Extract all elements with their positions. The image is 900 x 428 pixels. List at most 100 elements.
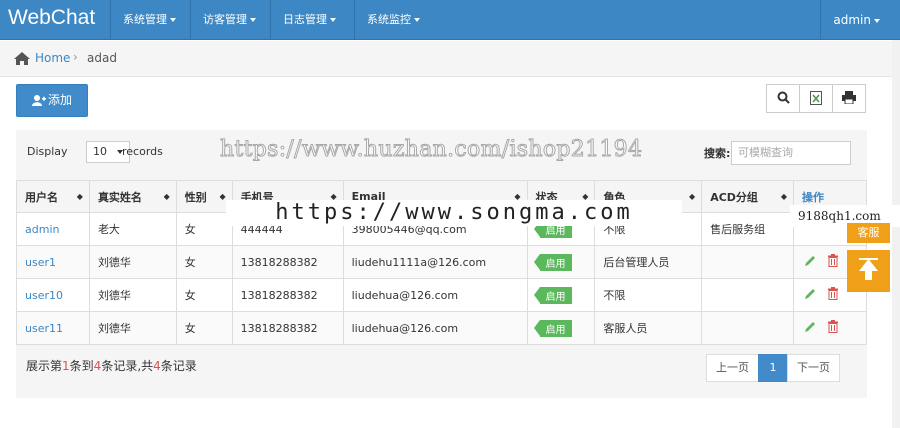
info-text: 条记录,共 — [101, 359, 154, 373]
breadcrumb-home-link[interactable]: Home — [35, 51, 70, 65]
add-user-icon — [31, 95, 46, 106]
status-badge: 启用 — [533, 319, 572, 337]
menu-system-monitor[interactable]: 系统监控 — [354, 0, 432, 40]
status-badge: 启用 — [533, 253, 572, 271]
home-icon — [14, 52, 30, 65]
search-tool-button[interactable] — [766, 84, 800, 113]
column-header-label: 操作 — [802, 190, 825, 204]
caret-down-icon — [874, 18, 880, 23]
prev-page-button[interactable]: 上一页 — [706, 354, 759, 382]
edit-icon[interactable] — [804, 254, 817, 267]
cell-status: 启用 — [526, 278, 596, 312]
column-header-label: ACD分组 — [710, 190, 758, 204]
table-row: user11 刘德华 女 13818288382 liudehua@126.co… — [16, 311, 867, 345]
sort-icon: ◆ — [689, 192, 696, 201]
next-page-button[interactable]: 下一页 — [787, 354, 840, 382]
username-link[interactable]: user10 — [25, 289, 63, 302]
edit-icon[interactable] — [804, 320, 817, 333]
column-header-label: 性别 — [184, 190, 207, 204]
cell-status: 启用 — [526, 245, 596, 279]
customer-service-button[interactable]: 客服 — [847, 223, 890, 243]
user-name: admin — [833, 13, 871, 27]
sort-icon: ◆ — [163, 192, 170, 201]
menu-visitor-management[interactable]: 访客管理 — [190, 0, 268, 40]
excel-icon — [810, 91, 822, 105]
menu-label: 系统管理 — [123, 13, 167, 26]
caret-down-icon — [250, 18, 256, 22]
status-badge: 启用 — [533, 286, 572, 304]
cell-gender: 女 — [175, 212, 233, 246]
pagination-info: 展示第1条到4条记录,共4条记录 — [26, 357, 197, 374]
print-icon — [842, 91, 856, 105]
username-link[interactable]: user1 — [25, 256, 56, 269]
edit-icon[interactable] — [804, 287, 817, 300]
column-header-acd-group[interactable]: ACD分组 ◆ — [701, 180, 795, 213]
column-header-label: 真实姓名 — [97, 190, 142, 204]
search-input[interactable]: 可模糊查询 — [731, 141, 851, 165]
delete-icon[interactable] — [827, 320, 839, 333]
cell-email: liudehua@126.com — [342, 278, 528, 312]
table-row: user10 刘德华 女 13818288382 liudehua@126.co… — [16, 278, 867, 312]
cell-acd-group: 售后服务组 — [701, 212, 795, 246]
cell-realname: 刘德华 — [88, 311, 177, 345]
cell-username[interactable]: admin — [16, 212, 90, 246]
breadcrumb-current: adad — [87, 51, 117, 65]
delete-icon[interactable] — [827, 287, 839, 300]
search-label: 搜索: — [704, 147, 731, 160]
cell-realname: 刘德华 — [88, 245, 177, 279]
cell-status: 启用 — [526, 311, 596, 345]
sort-icon: ◆ — [780, 192, 788, 201]
column-header-gender[interactable]: 性别 ◆ — [175, 180, 233, 213]
page-size-value: 10 — [93, 145, 107, 158]
column-header-username[interactable]: 用户名 ◆ — [16, 180, 90, 213]
caret-down-icon — [170, 18, 176, 22]
cell-acd-group — [701, 278, 795, 312]
brand-logo[interactable]: WebChat — [8, 6, 95, 30]
cell-role: 客服人员 — [594, 311, 703, 345]
cell-username[interactable]: user11 — [16, 311, 90, 345]
cell-email: liudehua@126.com — [342, 311, 528, 345]
cell-actions — [793, 311, 867, 345]
back-to-top-button[interactable] — [847, 250, 890, 292]
add-button[interactable]: 添加 — [16, 84, 88, 117]
cell-role: 后台管理人员 — [594, 245, 703, 279]
user-menu[interactable]: admin — [820, 0, 880, 40]
cell-acd-group — [701, 311, 795, 345]
username-link[interactable]: user11 — [25, 322, 63, 335]
cell-phone: 13818288382 — [231, 311, 344, 345]
cell-username[interactable]: user1 — [16, 245, 90, 279]
cell-gender: 女 — [175, 278, 233, 312]
cell-acd-group — [701, 245, 795, 279]
sort-icon: ◆ — [219, 192, 226, 201]
pagination: 上一页 1 下一页 — [706, 354, 840, 382]
menu-label: 访客管理 — [203, 13, 247, 26]
add-button-label: 添加 — [47, 93, 72, 107]
cell-gender: 女 — [175, 245, 233, 279]
menu-log-management[interactable]: 日志管理 — [270, 0, 348, 40]
print-button[interactable] — [832, 84, 866, 113]
cell-gender: 女 — [175, 311, 233, 345]
records-label: records — [122, 145, 163, 158]
sort-icon: ◆ — [76, 192, 83, 201]
top-navbar: WebChat 系统管理 访客管理 日志管理 系统监控 admin — [0, 0, 900, 40]
cell-username[interactable]: user10 — [16, 278, 90, 312]
username-link[interactable]: admin — [25, 223, 59, 236]
cell-realname: 老大 — [88, 212, 177, 246]
vertical-scrollbar[interactable] — [892, 40, 900, 428]
table-row: user1 刘德华 女 13818288382 liudehu1111a@126… — [16, 245, 867, 279]
info-text: 展示第 — [26, 359, 63, 373]
caret-down-icon — [330, 18, 336, 22]
column-header-realname[interactable]: 真实姓名 ◆ — [88, 180, 177, 213]
cell-role: 不限 — [594, 278, 703, 312]
cell-realname: 刘德华 — [88, 278, 177, 312]
page-button-current[interactable]: 1 — [758, 354, 788, 382]
info-text: 条到 — [69, 359, 94, 373]
excel-export-button[interactable] — [799, 84, 833, 113]
watermark-songma: https://www.songma.com — [226, 200, 682, 226]
breadcrumb-separator: › — [73, 50, 78, 64]
info-total: 4 — [153, 359, 161, 373]
menu-label: 日志管理 — [283, 13, 327, 26]
menu-system-management[interactable]: 系统管理 — [110, 0, 188, 40]
cell-phone: 13818288382 — [231, 245, 344, 279]
delete-icon[interactable] — [827, 254, 839, 267]
